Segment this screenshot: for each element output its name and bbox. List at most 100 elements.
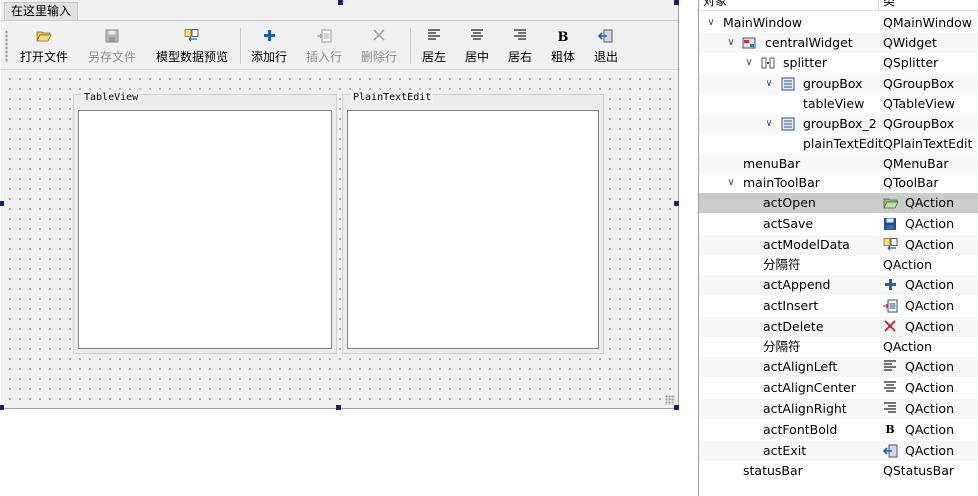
tree-row-plaintextedit[interactable]: plainTextEdit QPlainTextEdit bbox=[699, 134, 978, 154]
object-name: plainTextEdit bbox=[803, 136, 883, 151]
selection-handle-bottom[interactable] bbox=[336, 405, 341, 410]
class-name: QStatusBar bbox=[883, 463, 955, 478]
class-name: QGroupBox bbox=[883, 116, 955, 131]
class-name: QPlainTextEdit bbox=[883, 136, 973, 151]
object-name: groupBox_2 bbox=[803, 116, 877, 131]
align-left-label: 居左 bbox=[421, 50, 446, 64]
delete-icon bbox=[883, 320, 897, 334]
tree-row-maintoolbar[interactable]: ∨ mainToolBar QToolBar bbox=[699, 173, 978, 193]
menu-bar-type-here[interactable]: 在这里输入 bbox=[4, 2, 79, 20]
model-data-preview-button[interactable]: 模型数据预览 bbox=[151, 26, 233, 66]
toolbar-drag-handle[interactable] bbox=[5, 30, 8, 63]
object-name: groupBox bbox=[803, 76, 863, 91]
append-row-button[interactable]: 添加行 bbox=[247, 26, 291, 66]
tree-row-groupbox[interactable]: ∨ groupBox QGroupBox bbox=[699, 74, 978, 94]
save-icon bbox=[883, 217, 897, 231]
object-inspector: 对象 类 ∨ MainWindow QMainWindow ∨ centralW… bbox=[698, 0, 978, 496]
insert-row-icon bbox=[883, 299, 898, 313]
open-file-label: 打开文件 bbox=[19, 50, 68, 64]
object-name: actModelData bbox=[763, 237, 850, 252]
chevron-down-icon[interactable]: ∨ bbox=[725, 173, 737, 193]
class-name: QAction bbox=[905, 277, 954, 292]
tree-row-centralwidget[interactable]: ∨ centralWidget QWidget bbox=[699, 33, 978, 53]
object-name: actAlignRight bbox=[763, 401, 847, 416]
align-center-button[interactable]: 居中 bbox=[460, 26, 494, 66]
chevron-down-icon[interactable]: ∨ bbox=[743, 53, 755, 73]
size-grip[interactable] bbox=[665, 395, 675, 405]
selection-handle-bottom-left[interactable] bbox=[0, 405, 4, 410]
table-view[interactable] bbox=[78, 110, 332, 349]
central-widget-canvas[interactable]: TableView PlainTextEdit bbox=[1, 70, 678, 408]
tree-row-actalignright[interactable]: actAlignRight QAction bbox=[699, 399, 978, 419]
class-name: QGroupBox bbox=[883, 76, 955, 91]
tree-row-actopen[interactable]: actOpen QAction bbox=[699, 193, 978, 213]
tree-row-menubar[interactable]: menuBar QMenuBar bbox=[699, 154, 978, 174]
tree-row-tableview[interactable]: tableView QTableView bbox=[699, 94, 978, 114]
object-column-header[interactable]: 对象 bbox=[703, 0, 727, 9]
tree-row-statusbar[interactable]: statusBar QStatusBar bbox=[699, 461, 978, 481]
exit-button[interactable]: 退出 bbox=[589, 26, 623, 66]
tree-row-separator[interactable]: 分隔符 QAction bbox=[699, 337, 978, 357]
column-divider[interactable] bbox=[878, 0, 879, 10]
tree-row-actfontbold[interactable]: actFontBold B QAction bbox=[699, 420, 978, 440]
bold-icon: B bbox=[557, 30, 569, 45]
bold-icon: B bbox=[885, 423, 895, 436]
chevron-down-icon[interactable]: ∨ bbox=[763, 114, 775, 134]
tree-row-actappend[interactable]: actAppend QAction bbox=[699, 275, 978, 295]
menu-bar-divider bbox=[1, 20, 678, 21]
tree-row-actalignleft[interactable]: actAlignLeft QAction bbox=[699, 357, 978, 377]
object-name: tableView bbox=[803, 96, 865, 111]
class-name: QAction bbox=[905, 401, 954, 416]
tree-row-groupbox-2[interactable]: ∨ groupBox_2 QGroupBox bbox=[699, 114, 978, 134]
class-column-header[interactable]: 类 bbox=[883, 0, 895, 9]
save-as-button[interactable]: 另存文件 bbox=[83, 26, 141, 66]
selection-handle-right[interactable] bbox=[674, 201, 679, 206]
align-left-button[interactable]: 居左 bbox=[417, 26, 451, 66]
align-right-button[interactable]: 居右 bbox=[503, 26, 537, 66]
exit-label: 退出 bbox=[593, 50, 618, 64]
model-data-icon bbox=[883, 238, 898, 252]
align-right-icon bbox=[883, 402, 897, 416]
open-file-button[interactable]: 打开文件 bbox=[13, 26, 75, 66]
class-name: QMainWindow bbox=[883, 15, 972, 30]
tree-row-actexit[interactable]: actExit QAction bbox=[699, 441, 978, 461]
tree-row-splitter[interactable]: ∨ splitter QSplitter bbox=[699, 53, 978, 73]
selection-handle-left[interactable] bbox=[0, 201, 4, 206]
group-box-icon bbox=[781, 117, 795, 131]
tree-row-actmodeldata[interactable]: actModelData QAction bbox=[699, 235, 978, 255]
chevron-down-icon[interactable]: ∨ bbox=[725, 33, 737, 53]
insert-row-icon bbox=[302, 29, 346, 47]
save-as-label: 另存文件 bbox=[87, 50, 136, 64]
chevron-down-icon[interactable]: ∨ bbox=[763, 74, 775, 94]
exit-icon bbox=[589, 29, 623, 47]
tree-row-actsave[interactable]: actSave QAction bbox=[699, 214, 978, 234]
group-box-plain-text[interactable]: PlainTextEdit bbox=[342, 92, 604, 354]
plain-text-edit[interactable] bbox=[347, 110, 599, 349]
object-name: 分隔符 bbox=[763, 257, 801, 272]
object-name: actAlignCenter bbox=[763, 380, 856, 395]
selection-handle-top[interactable] bbox=[338, 0, 343, 5]
tree-row-actinsert[interactable]: actInsert QAction bbox=[699, 296, 978, 316]
insert-row-button[interactable]: 插入行 bbox=[302, 26, 346, 66]
tree-row-actaligncenter[interactable]: actAlignCenter QAction bbox=[699, 378, 978, 398]
chevron-down-icon[interactable]: ∨ bbox=[705, 13, 717, 33]
object-name: 分隔符 bbox=[763, 339, 801, 354]
selection-handle-top-right[interactable] bbox=[674, 0, 679, 5]
main-window-form[interactable]: 在这里输入 打开文件 另存文件 模型数据预览 添加行 插入行 删除行 居左 居中… bbox=[1, 0, 679, 409]
form-editor-area[interactable]: 在这里输入 打开文件 另存文件 模型数据预览 添加行 插入行 删除行 居左 居中… bbox=[0, 0, 698, 496]
bold-button[interactable]: B 粗体 bbox=[546, 26, 580, 66]
tree-row-actdelete[interactable]: actDelete QAction bbox=[699, 317, 978, 337]
model-data-preview-label: 模型数据预览 bbox=[155, 50, 228, 64]
class-name: QAction bbox=[883, 257, 932, 272]
object-name: actSave bbox=[763, 216, 814, 231]
toolbar-separator bbox=[240, 28, 241, 64]
tree-row-separator[interactable]: 分隔符 QAction bbox=[699, 255, 978, 275]
group-box-table[interactable]: TableView bbox=[73, 92, 337, 354]
selection-handle-bottom-right[interactable] bbox=[674, 405, 679, 410]
delete-icon bbox=[357, 29, 401, 47]
append-row-label: 添加行 bbox=[250, 50, 287, 64]
object-name: actExit bbox=[763, 443, 807, 458]
main-toolbar: 打开文件 另存文件 模型数据预览 添加行 插入行 删除行 居左 居中 居右 B … bbox=[1, 22, 678, 70]
tree-row-mainwindow[interactable]: ∨ MainWindow QMainWindow bbox=[699, 13, 978, 33]
delete-row-button[interactable]: 删除行 bbox=[357, 26, 401, 66]
